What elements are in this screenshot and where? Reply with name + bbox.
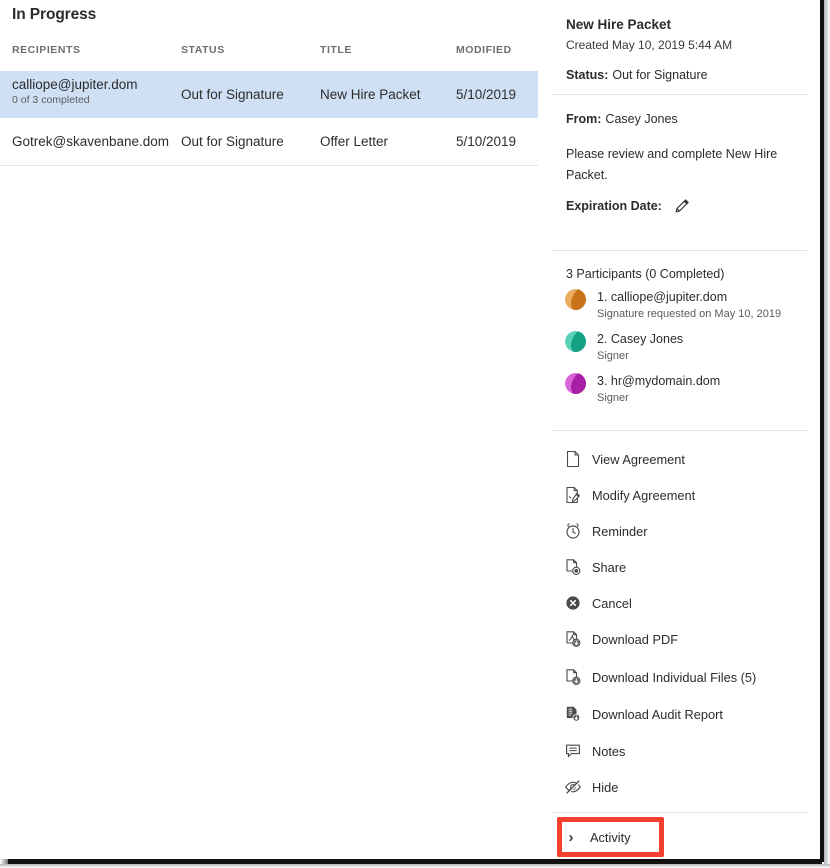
action-share[interactable]: Share	[563, 554, 811, 580]
cell-title: Offer Letter	[320, 134, 389, 149]
detail-title: New Hire Packet	[566, 17, 672, 32]
detail-expiration: Expiration Date:	[566, 197, 690, 215]
avatar	[565, 373, 586, 394]
screenshot-root: In Progress RECIPIENTS STATUS TITLE MODI…	[0, 0, 830, 868]
action-label: Download Individual Files (5)	[592, 669, 757, 685]
action-label: Reminder	[592, 523, 648, 539]
action-download-pdf[interactable]: Download PDF	[563, 626, 811, 652]
agreements-list-pane: In Progress RECIPIENTS STATUS TITLE MODI…	[0, 0, 541, 862]
participant-role: Signer	[597, 350, 629, 362]
action-notes[interactable]: Notes	[563, 738, 811, 764]
detail-message: Please review and complete New Hire Pack…	[566, 147, 778, 182]
speech-bubble-icon	[563, 741, 583, 761]
download-pdf-icon	[563, 629, 583, 649]
action-reminder[interactable]: Reminder	[563, 518, 811, 544]
participants-heading: 3 Participants (0 Completed)	[566, 267, 725, 281]
cell-recipient-progress: 0 of 3 completed	[12, 94, 90, 106]
participant-name: 1. calliope@jupiter.dom	[597, 290, 728, 304]
download-file-icon	[563, 667, 583, 687]
detail-from-label: From:	[566, 112, 602, 126]
window-edge-right-shadow	[824, 0, 830, 864]
cancel-circle-x-icon	[563, 593, 583, 613]
participant-name: 3. hr@mydomain.dom	[597, 374, 721, 388]
action-view-agreement[interactable]: View Agreement	[563, 446, 811, 472]
page-title: In Progress	[12, 6, 97, 23]
action-cancel[interactable]: Cancel	[563, 590, 811, 616]
pencil-icon[interactable]	[674, 198, 690, 214]
rail-divider	[552, 250, 807, 251]
table-row[interactable]: Gotrek@skavenbane.dom Out for Signature …	[0, 118, 538, 165]
table-row-divider	[0, 165, 538, 166]
detail-from-value: Casey Jones	[605, 112, 678, 126]
chevron-right-icon: ›	[568, 828, 574, 846]
action-download-audit-report[interactable]: Download Audit Report	[563, 701, 811, 727]
eye-slash-icon	[563, 777, 583, 797]
column-header-modified: MODIFIED	[456, 44, 512, 56]
action-hide[interactable]: Hide	[563, 774, 811, 800]
participant-role: Signature requested on May 10, 2019	[597, 308, 782, 320]
detail-expiration-label: Expiration Date:	[566, 199, 662, 213]
detail-from: From: Casey Jones	[566, 112, 678, 126]
alarm-clock-icon	[563, 521, 583, 541]
action-label: Notes	[592, 743, 626, 759]
rail-divider	[552, 94, 807, 95]
action-modify-agreement[interactable]: Modify Agreement	[563, 482, 811, 508]
avatar	[565, 331, 586, 352]
action-label: Share	[592, 559, 627, 575]
action-label: Activity	[590, 829, 631, 845]
download-report-icon	[563, 704, 583, 724]
column-header-title: TITLE	[320, 44, 352, 56]
action-label: Modify Agreement	[592, 487, 696, 503]
rail-divider	[552, 430, 807, 431]
participant-name: 2. Casey Jones	[597, 332, 684, 346]
cell-modified: 5/10/2019	[456, 87, 517, 102]
action-label: Hide	[592, 779, 619, 795]
action-label: Download PDF	[592, 631, 679, 647]
table-header-row: RECIPIENTS STATUS TITLE MODIFIED	[0, 44, 541, 68]
window-edge-bottom-shadow	[0, 864, 830, 868]
cell-recipient: calliope@jupiter.dom	[12, 77, 138, 92]
action-label: Cancel	[592, 595, 632, 611]
cell-title: New Hire Packet	[320, 87, 421, 102]
cell-status: Out for Signature	[181, 87, 284, 102]
cell-status: Out for Signature	[181, 134, 284, 149]
detail-status-label: Status:	[566, 68, 609, 82]
participant-role: Signer	[597, 392, 629, 404]
action-label: Download Audit Report	[592, 706, 723, 722]
rail-divider	[552, 812, 807, 813]
action-label: View Agreement	[592, 451, 685, 467]
document-share-icon	[563, 557, 583, 577]
detail-status: Status: Out for Signature	[566, 68, 708, 82]
status-badge: Out for Signature	[612, 68, 708, 82]
cell-modified: 5/10/2019	[456, 134, 517, 149]
column-header-status: STATUS	[181, 44, 225, 56]
action-download-individual-files[interactable]: Download Individual Files (5)	[563, 664, 811, 690]
table-row[interactable]: calliope@jupiter.dom 0 of 3 completed Ou…	[0, 71, 538, 118]
document-pencil-icon	[563, 485, 583, 505]
cell-recipient: Gotrek@skavenbane.dom	[12, 134, 170, 149]
avatar	[565, 289, 586, 310]
detail-created: Created May 10, 2019 5:44 AM	[566, 38, 733, 52]
action-activity[interactable]: › Activity	[563, 824, 811, 850]
document-icon	[563, 449, 583, 469]
column-header-recipients: RECIPIENTS	[12, 44, 81, 56]
agreement-detail-pane: New Hire Packet Created May 10, 2019 5:4…	[541, 0, 818, 862]
